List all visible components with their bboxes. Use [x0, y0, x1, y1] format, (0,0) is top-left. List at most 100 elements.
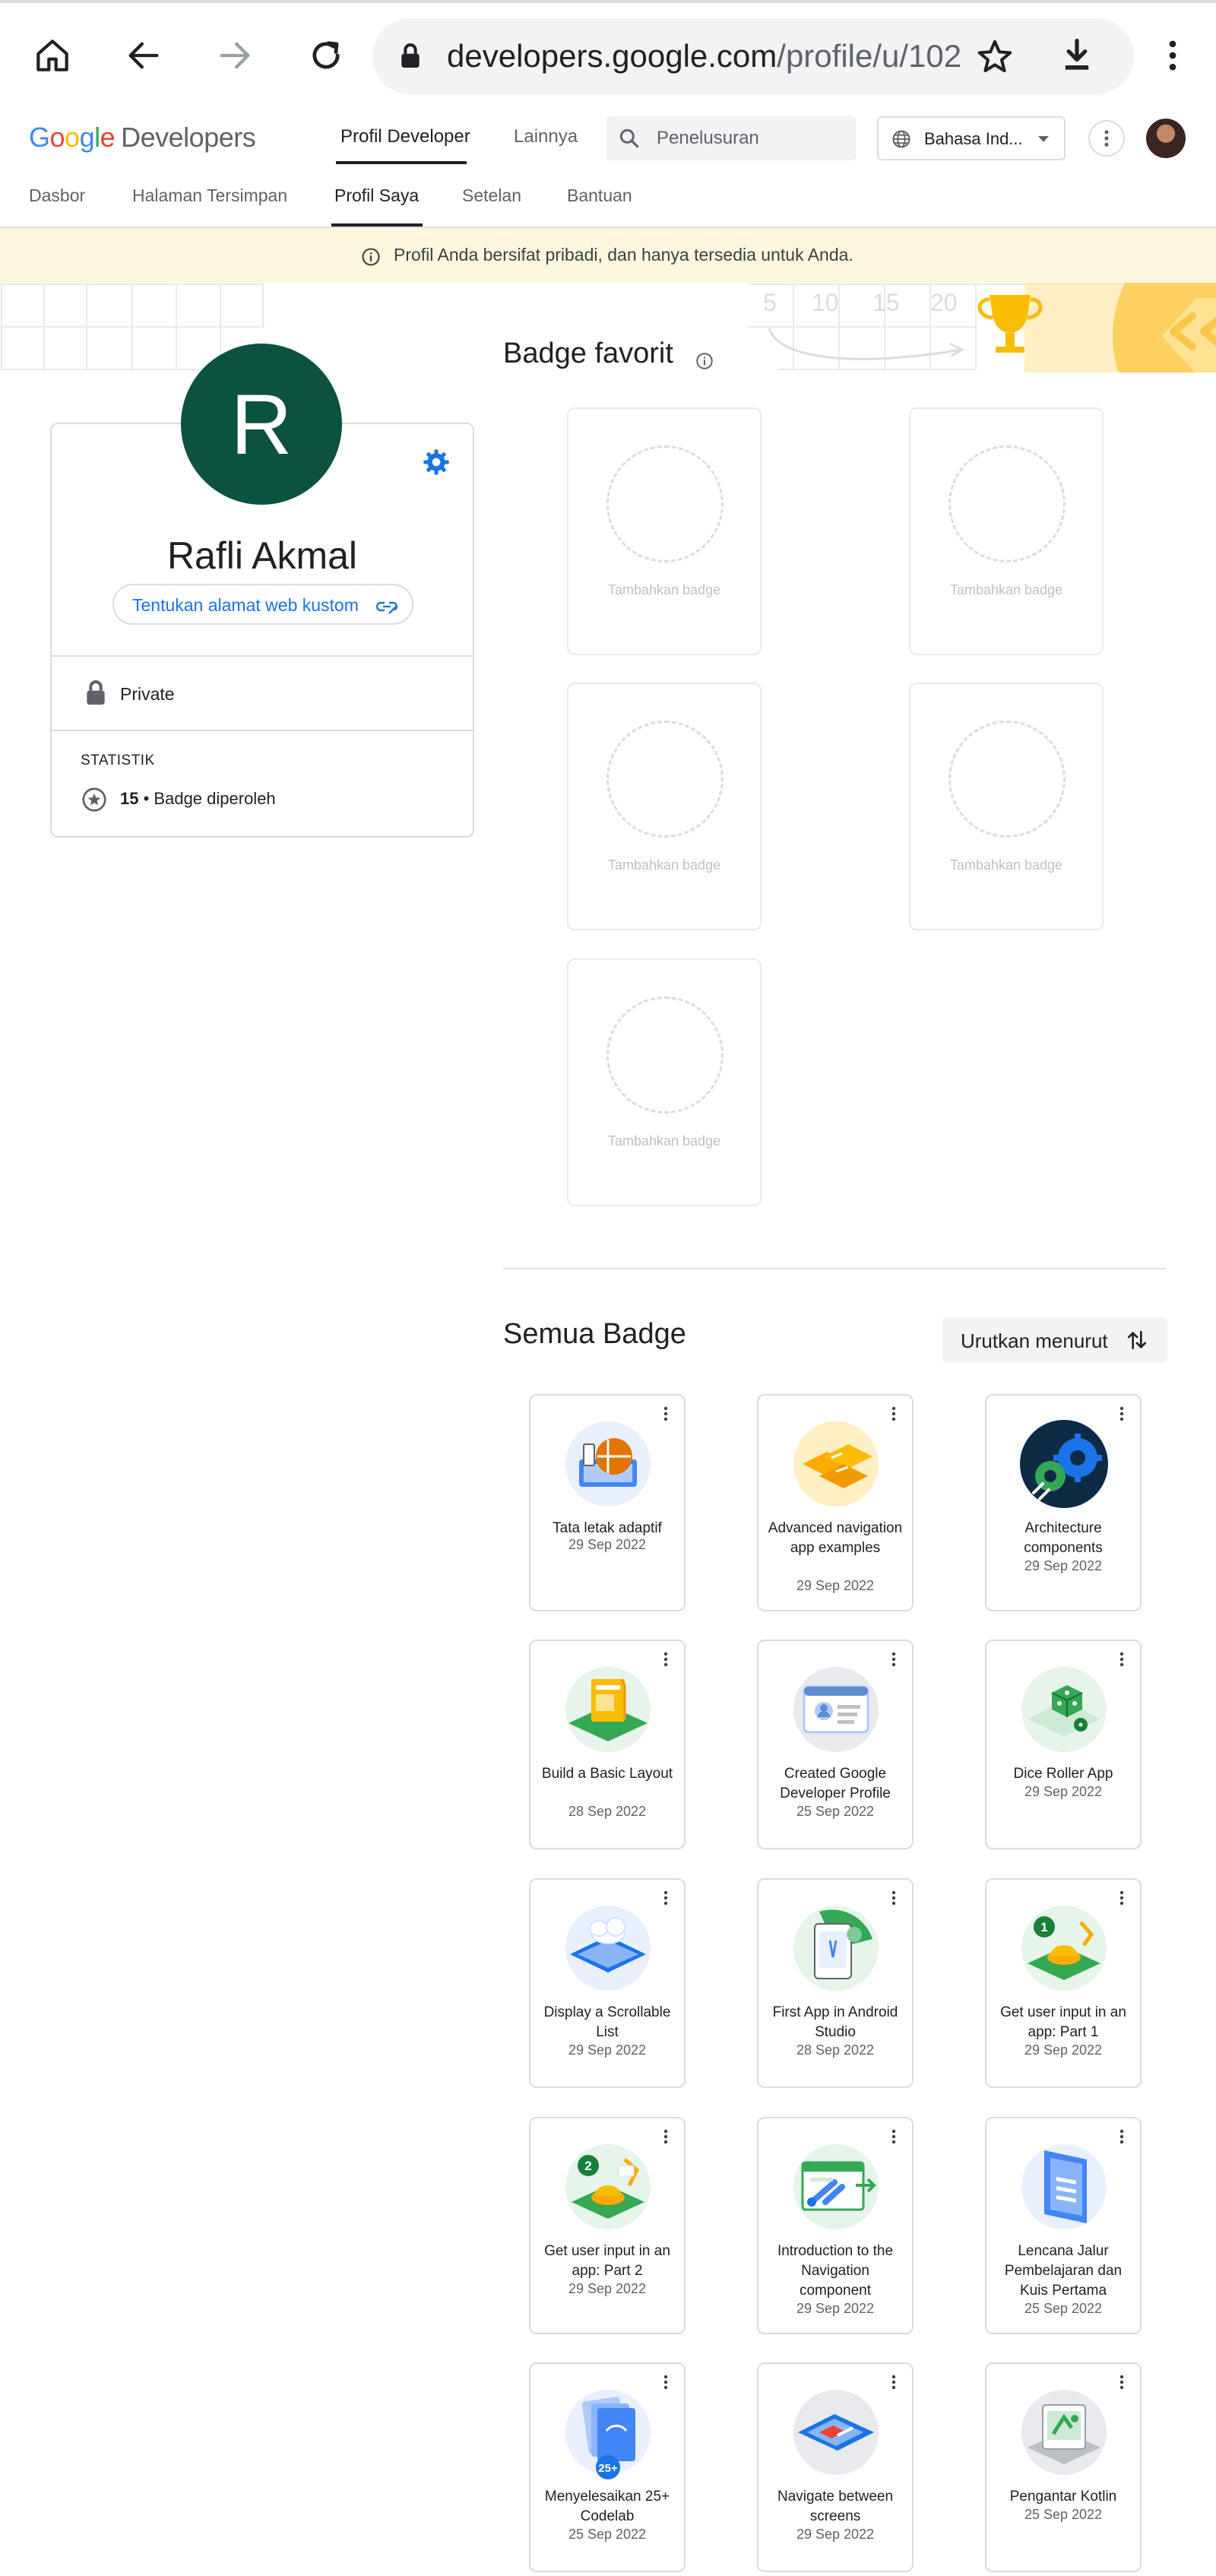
more-vert-icon[interactable] — [1116, 1405, 1128, 1423]
favorite-badge-slot[interactable]: Tambahkan badge — [909, 683, 1104, 930]
badge-name: Advanced navigation app examples — [768, 1520, 903, 1556]
badge-card[interactable]: Lencana Jalur Pembelajaran dan Kuis Pert… — [985, 2117, 1142, 2334]
home-button[interactable] — [27, 30, 78, 81]
bookmark-star-icon[interactable] — [974, 36, 1015, 78]
badge-name: Get user input in an app: Part 1 — [1000, 2004, 1126, 2040]
first-app-icon — [793, 1906, 879, 1991]
more-vert-icon[interactable] — [660, 2128, 672, 2146]
decorative-hero-art: 5 10 15 20 — [748, 283, 1216, 372]
badge-card[interactable]: Pengantar Kotlin 25 Sep 2022 — [985, 2362, 1142, 2572]
more-vert-icon[interactable] — [660, 1889, 672, 1907]
more-vert-icon[interactable] — [888, 2373, 900, 2391]
badge-card[interactable]: Navigate between screens 29 Sep 2022 — [757, 2362, 914, 2572]
more-vert-icon[interactable] — [1116, 1889, 1128, 1907]
add-badge-label: Tambahkan badge — [949, 857, 1063, 873]
more-vert-icon[interactable] — [888, 1889, 900, 1907]
subnav-my-profile[interactable]: Profil Saya — [334, 185, 419, 206]
hero-scale-number: 20 — [930, 289, 958, 316]
sort-button[interactable]: Urutkan menurut — [942, 1317, 1167, 1363]
badge-card[interactable]: Tata letak adaptif 29 Sep 2022 — [529, 1394, 686, 1611]
favorite-badge-slot[interactable]: Tambahkan badge — [567, 958, 762, 1206]
nav-tab-more[interactable]: Lainnya — [514, 126, 578, 147]
badge-count-label: • Badge diperoleh — [143, 789, 276, 808]
empty-badge-placeholder — [606, 721, 724, 838]
section-divider — [503, 1268, 1166, 1269]
badge-name: Lencana Jalur Pembelajaran dan Kuis Pert… — [1004, 2243, 1123, 2299]
custom-url-button[interactable]: Tentukan alamat web kustom — [112, 584, 413, 625]
back-button[interactable] — [119, 30, 169, 81]
url-text: developers.google.com/profile/u/102 — [447, 38, 961, 74]
more-vert-icon[interactable] — [888, 1650, 900, 1668]
badge-card[interactable]: First App in Android Studio 28 Sep 2022 — [757, 1878, 914, 2088]
badge-card[interactable]: Created Google Developer Profile 25 Sep … — [757, 1640, 914, 1849]
basic-layout-icon — [565, 1667, 651, 1752]
more-vert-icon[interactable] — [660, 1650, 672, 1668]
hero-scale-number: 5 — [763, 289, 777, 316]
address-bar[interactable]: developers.google.com/profile/u/102 — [372, 18, 1134, 94]
badge-card[interactable]: 25+ Menyelesaikan 25+ Codelab 25 Sep 202… — [529, 2362, 686, 2572]
browser-menu-button[interactable] — [1148, 30, 1198, 81]
badge-card[interactable]: Display a Scrollable List 29 Sep 2022 — [529, 1878, 686, 2088]
badge-card[interactable]: Dice Roller App 29 Sep 2022 — [985, 1640, 1142, 1849]
search-input[interactable] — [657, 124, 847, 153]
info-icon — [362, 248, 380, 266]
card-divider — [52, 730, 473, 731]
badge-card[interactable]: 2 Get user input in an app: Part 2 29 Se… — [529, 2117, 686, 2334]
browser-toolbar: developers.google.com/profile/u/102 — [0, 0, 1216, 111]
badge-name: Created Google Developer Profile — [780, 1766, 891, 1801]
subnav-help[interactable]: Bantuan — [567, 185, 632, 206]
badge-count: 15 — [120, 789, 139, 808]
forward-button[interactable] — [210, 30, 260, 81]
favorite-badge-slot[interactable]: Tambahkan badge — [909, 407, 1104, 655]
reload-button[interactable] — [301, 30, 351, 81]
subnav-settings[interactable]: Setelan — [462, 185, 521, 206]
subnav-dashboard[interactable]: Dasbor — [29, 185, 85, 206]
google-developers-logo[interactable]: Google Developers — [29, 122, 256, 154]
architecture-gears-icon — [1020, 1420, 1108, 1508]
more-vert-icon — [1169, 40, 1176, 71]
badge-card[interactable]: Introduction to the Navigation component… — [757, 2117, 914, 2334]
more-vert-icon[interactable] — [888, 1405, 900, 1423]
badge-name: Menyelesaikan 25+ Codelab — [544, 2489, 670, 2524]
link-edit-icon — [375, 601, 397, 614]
nav-tab-developer-profile[interactable]: Profil Developer — [340, 126, 470, 147]
user-avatar[interactable] — [1146, 119, 1186, 158]
empty-badge-placeholder — [606, 445, 724, 562]
logo-developers-text: Developers — [121, 122, 256, 153]
more-vert-icon[interactable] — [888, 2128, 900, 2146]
badge-date: 29 Sep 2022 — [568, 1537, 647, 1552]
info-icon[interactable] — [695, 351, 714, 371]
more-vert-icon[interactable] — [660, 1405, 672, 1423]
download-button[interactable] — [1052, 30, 1102, 81]
privacy-status: Private — [120, 684, 175, 704]
favorite-badge-slot[interactable]: Tambahkan badge — [567, 683, 762, 930]
profile-initial: R — [230, 376, 293, 472]
privacy-banner-text: Profil Anda bersifat pribadi, dan hanya … — [394, 245, 853, 265]
search-box[interactable] — [606, 116, 856, 160]
more-vert-icon[interactable] — [1116, 2373, 1128, 2391]
navigation-examples-icon — [793, 1421, 879, 1507]
badge-card[interactable]: Build a Basic Layout 28 Sep 2022 — [529, 1640, 686, 1849]
arrow-forward-icon — [220, 42, 250, 69]
badge-date: 29 Sep 2022 — [1024, 1784, 1103, 1799]
badge-card[interactable]: 1 Get user input in an app: Part 1 29 Se… — [985, 1878, 1142, 2088]
url-path: /profile/u/102 — [777, 38, 962, 74]
favorite-badge-slot[interactable]: Tambahkan badge — [567, 407, 762, 655]
language-selector[interactable]: Bahasa Ind... — [877, 116, 1066, 160]
badge-name: Architecture components — [1024, 1520, 1103, 1556]
header-more-button[interactable] — [1088, 120, 1125, 157]
badge-card[interactable]: Architecture components 29 Sep 2022 — [985, 1394, 1142, 1611]
codelab-25-icon: 25+ — [565, 2390, 651, 2479]
subnav-active-indicator — [331, 223, 423, 227]
gear-icon[interactable] — [421, 447, 451, 477]
scrollable-list-icon — [565, 1906, 651, 1991]
badge-card[interactable]: Advanced navigation app examples 29 Sep … — [757, 1394, 914, 1611]
badge-name: Get user input in an app: Part 2 — [544, 2243, 670, 2279]
badge-name: Introduction to the Navigation component — [777, 2243, 894, 2299]
subnav-saved-pages[interactable]: Halaman Tersimpan — [132, 185, 287, 206]
badge-name: Dice Roller App — [1013, 1766, 1113, 1782]
more-vert-icon[interactable] — [660, 2373, 672, 2391]
more-vert-icon[interactable] — [1116, 2128, 1128, 2146]
empty-badge-placeholder — [606, 996, 724, 1114]
more-vert-icon[interactable] — [1116, 1650, 1128, 1668]
